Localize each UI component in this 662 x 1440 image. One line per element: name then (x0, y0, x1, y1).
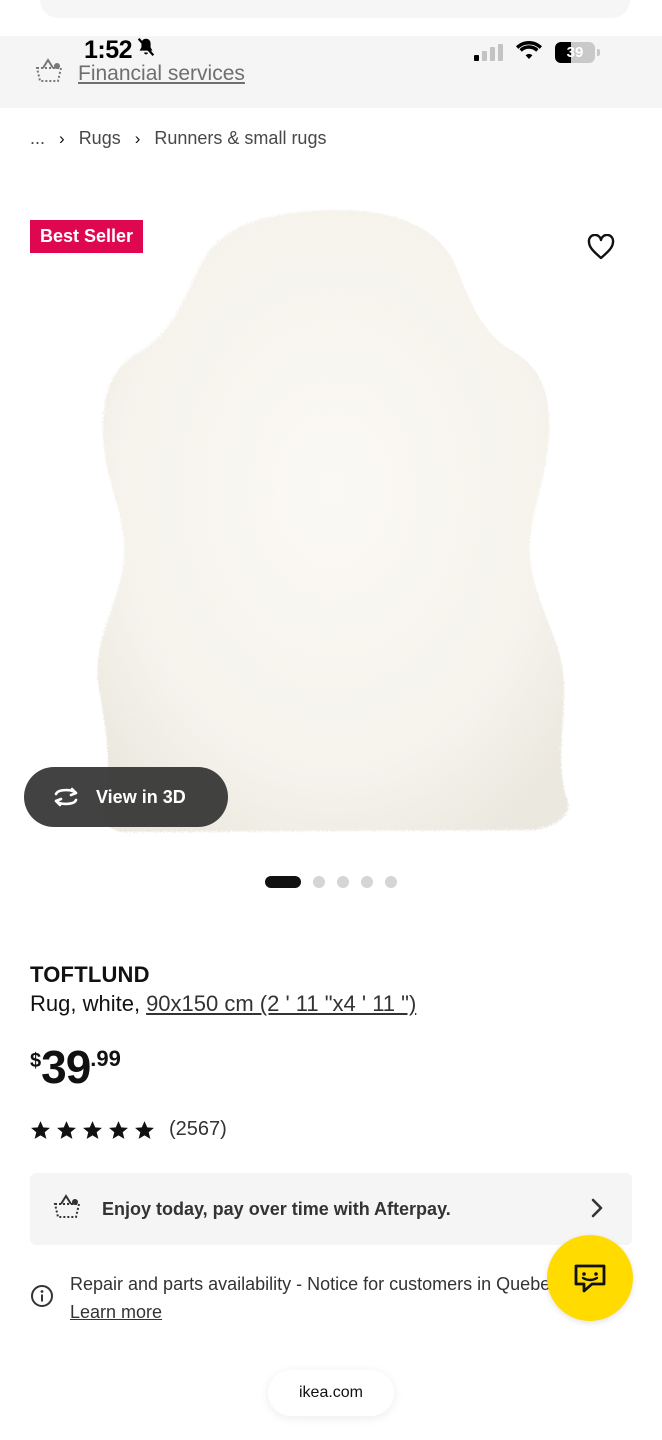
breadcrumb-item-runners[interactable]: Runners & small rugs (154, 128, 326, 149)
battery-icon: 39 (555, 42, 595, 63)
battery-tip (597, 49, 600, 56)
product-gallery[interactable]: Best Seller View in 3D (0, 190, 662, 850)
star-icon (135, 1120, 154, 1139)
price-currency: $ (30, 1050, 42, 1072)
chat-button[interactable] (547, 1235, 633, 1321)
view-in-3d-label: View in 3D (96, 786, 186, 807)
cell-signal-icon (474, 44, 503, 61)
chevron-right-icon: › (59, 128, 65, 148)
chevron-right-icon: › (134, 128, 141, 148)
notice-text: Repair and parts availability - Notice f… (70, 1274, 550, 1294)
rating-stars (30, 1120, 155, 1140)
star-icon (57, 1120, 76, 1139)
chevron-right-icon (590, 1197, 604, 1224)
best-seller-badge: Best Seller (30, 220, 144, 253)
favorite-button[interactable] (572, 218, 630, 276)
top-overlay (40, 0, 630, 18)
carousel-dot[interactable] (265, 876, 301, 888)
product-size-link[interactable]: 90x150 cm (2 ' 11 "x4 ' 11 ") (146, 991, 416, 1017)
product-price: $ 39 .99 (30, 1042, 121, 1092)
chat-icon (574, 1264, 606, 1293)
browser-url[interactable]: ikea.com (268, 1370, 394, 1416)
financial-services-link[interactable]: Financial services (78, 62, 245, 86)
star-icon (31, 1120, 50, 1139)
rotate-3d-icon (54, 787, 78, 807)
status-indicators: 39 (474, 40, 600, 65)
afterpay-basket-icon (34, 58, 64, 89)
breadcrumb: ... › Rugs › Runners & small rugs (30, 128, 326, 149)
carousel-dot[interactable] (313, 876, 325, 888)
price-decimal: .99 (90, 1046, 121, 1071)
star-icon (109, 1120, 128, 1139)
product-type: Rug, white, (30, 991, 141, 1016)
heart-icon (587, 234, 615, 260)
carousel-dot[interactable] (385, 876, 397, 888)
repair-notice: Repair and parts availability - Notice f… (30, 1270, 550, 1326)
carousel-dot[interactable] (337, 876, 349, 888)
afterpay-banner[interactable]: Enjoy today, pay over time with Afterpay… (30, 1173, 632, 1245)
view-in-3d-button[interactable]: View in 3D (24, 767, 228, 827)
afterpay-basket-icon (52, 1193, 82, 1225)
breadcrumb-ellipsis[interactable]: ... (30, 128, 45, 149)
carousel-dots[interactable] (0, 876, 662, 888)
product-image (97, 209, 569, 832)
afterpay-text: Enjoy today, pay over time with Afterpay… (102, 1198, 451, 1219)
learn-more-link[interactable]: Learn more (70, 1298, 550, 1326)
product-rating[interactable]: (2567) (30, 1118, 227, 1141)
info-icon (30, 1284, 54, 1326)
battery-percent: 39 (566, 44, 584, 61)
wifi-icon (515, 40, 543, 65)
breadcrumb-item-rugs[interactable]: Rugs (79, 128, 121, 149)
carousel-dot[interactable] (361, 876, 373, 888)
financial-services-row[interactable]: Financial services (34, 58, 245, 89)
product-name: TOFTLUND (30, 962, 150, 987)
product-description: Rug, white, 90x150 cm (2 ' 11 "x4 ' 11 "… (30, 991, 416, 1017)
review-count: (2567) (169, 1118, 227, 1140)
star-icon (83, 1120, 102, 1139)
price-integer: 39 (41, 1041, 91, 1093)
